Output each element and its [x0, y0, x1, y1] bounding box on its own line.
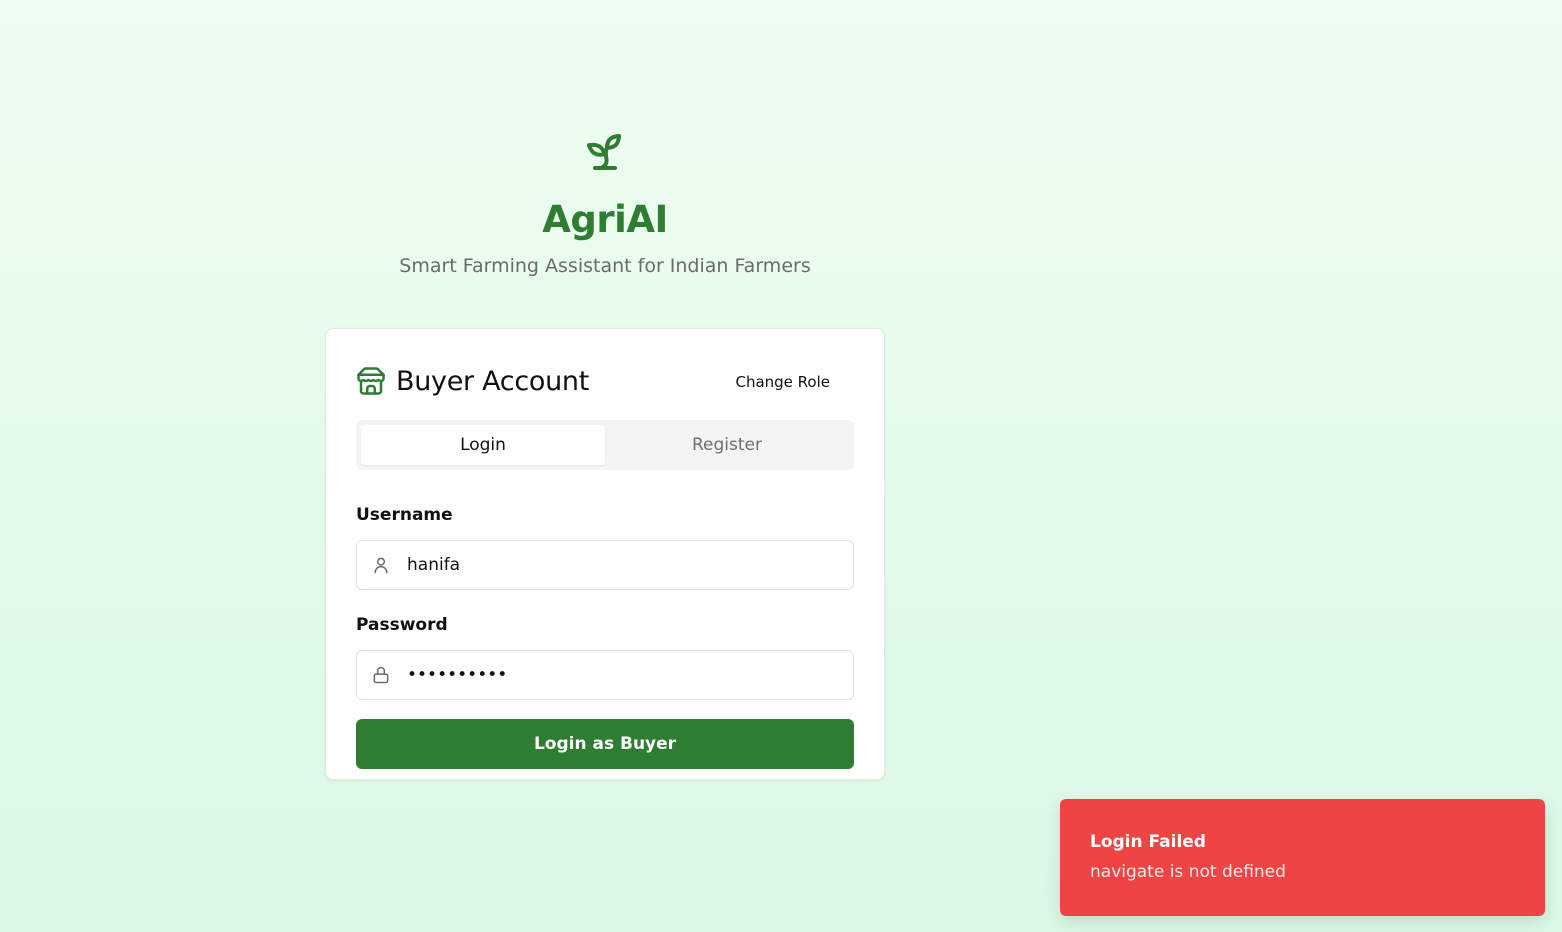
user-icon	[374, 557, 388, 574]
sprout-icon	[587, 134, 621, 170]
store-icon	[357, 367, 385, 395]
change-role-button[interactable]: Change Role	[725, 367, 840, 397]
card-header: Buyer Account Change Role	[356, 363, 854, 399]
username-label: Username	[356, 505, 453, 525]
app-tagline: Smart Farming Assistant for Indian Farme…	[399, 254, 811, 277]
login-as-buyer-button[interactable]: Login as Buyer	[356, 719, 854, 769]
app-title: AgriAI	[542, 198, 668, 241]
password-label: Password	[356, 615, 448, 635]
password-input[interactable]	[407, 651, 853, 699]
login-card: Buyer Account Change Role Login Register…	[325, 328, 885, 780]
brand-header: AgriAI Smart Farming Assistant for India…	[325, 128, 885, 277]
tab-login[interactable]: Login	[361, 425, 605, 465]
toast-description: navigate is not defined	[1090, 862, 1286, 882]
password-field[interactable]	[356, 650, 854, 700]
username-field[interactable]	[356, 540, 854, 590]
card-title: Buyer Account	[396, 365, 590, 397]
lock-icon	[373, 666, 389, 684]
error-toast[interactable]: Login Failed navigate is not defined	[1060, 799, 1545, 916]
username-input[interactable]	[407, 541, 853, 589]
auth-tabs: Login Register	[356, 420, 854, 470]
tab-register[interactable]: Register	[605, 425, 849, 465]
toast-title: Login Failed	[1090, 832, 1206, 852]
